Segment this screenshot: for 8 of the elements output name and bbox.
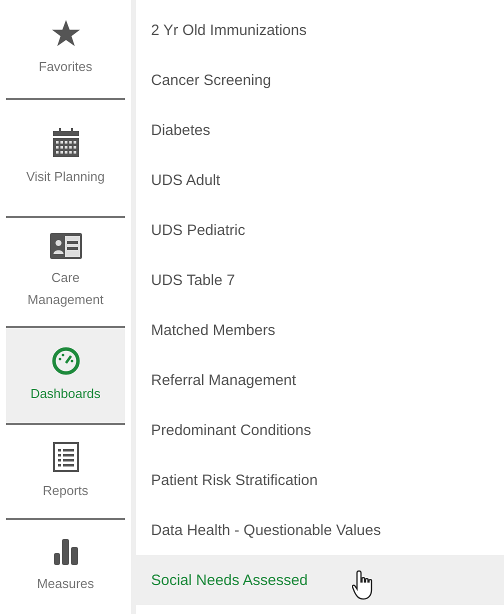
star-icon — [50, 20, 80, 48]
nav-item[interactable]: Dashboards — [6, 328, 125, 425]
id-card-icon — [50, 233, 82, 259]
list-icon — [52, 442, 78, 472]
gauge-icon — [52, 346, 80, 374]
bar-chart-icon — [54, 539, 78, 565]
calendar-icon — [52, 128, 80, 158]
menu-item[interactable]: Social Needs Assessed — [136, 555, 504, 605]
